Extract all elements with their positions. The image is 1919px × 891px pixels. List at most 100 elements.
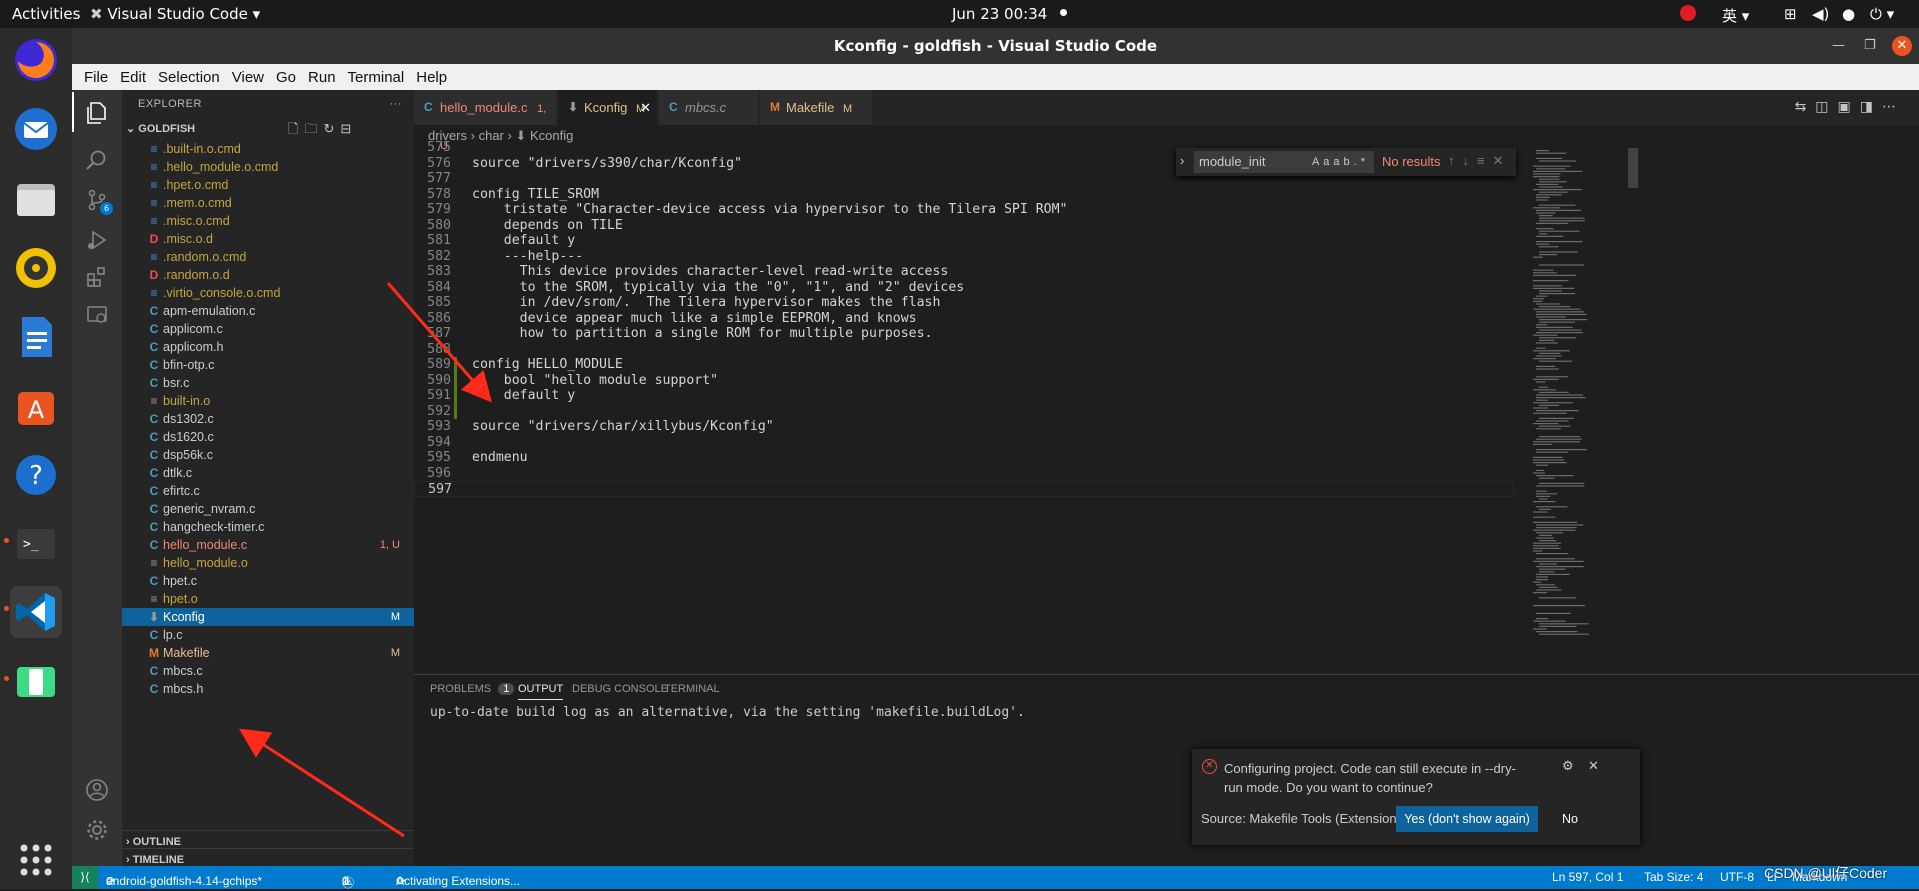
- file-item[interactable]: ≡ .random.o.cmd: [122, 248, 414, 266]
- cursor-position[interactable]: Ln 597, Col 1: [1552, 870, 1623, 884]
- collapse-all-icon[interactable]: ⊟: [340, 121, 357, 136]
- minimize-icon[interactable]: —: [1832, 28, 1845, 64]
- file-item[interactable]: Capplicom.c: [122, 320, 414, 338]
- explorer-icon[interactable]: [82, 98, 112, 128]
- file-item[interactable]: Chpet.c: [122, 572, 414, 590]
- preview-icon[interactable]: ▣: [1838, 99, 1860, 115]
- file-item[interactable]: Cbfin-otp.c: [122, 356, 414, 374]
- vertical-scrollbar[interactable]: [1628, 148, 1638, 674]
- menu-go[interactable]: Go: [270, 69, 302, 86]
- remote-explorer-icon[interactable]: [82, 300, 112, 330]
- software-center-icon[interactable]: A: [10, 380, 62, 432]
- firefox-icon[interactable]: [10, 34, 62, 86]
- tab-size[interactable]: Tab Size: 4: [1644, 870, 1703, 884]
- file-item[interactable]: Clp.c: [122, 626, 414, 644]
- run-debug-icon[interactable]: [82, 225, 112, 255]
- remote-indicator-icon[interactable]: ⟩⟨: [72, 866, 98, 889]
- menu-run[interactable]: Run: [302, 69, 342, 86]
- file-item[interactable]: ⬇ Kconfig M: [122, 608, 414, 626]
- file-item[interactable]: D .random.o.d: [122, 266, 414, 284]
- file-item[interactable]: Cdtlk.c: [122, 464, 414, 482]
- tab-output[interactable]: OUTPUT: [518, 683, 564, 700]
- menu-terminal[interactable]: Terminal: [342, 69, 411, 86]
- new-file-icon[interactable]: 🗋: [288, 121, 304, 136]
- menu-view[interactable]: View: [226, 69, 270, 86]
- file-item[interactable]: Cdsp56k.c: [122, 446, 414, 464]
- source-control-icon[interactable]: 6: [82, 185, 113, 215]
- more-actions-icon[interactable]: ···: [390, 90, 403, 118]
- tab-makefile[interactable]: M Makefile M: [760, 90, 873, 125]
- power-icon[interactable]: ⏻ ▾: [1870, 5, 1894, 23]
- thunderbird-icon[interactable]: [10, 103, 62, 155]
- scrollbar-thumb[interactable]: [1628, 148, 1638, 188]
- more-actions-icon[interactable]: ⋯: [1882, 99, 1905, 115]
- file-item[interactable]: Changcheck-timer.c: [122, 518, 414, 536]
- close-window-icon[interactable]: ✕: [1892, 36, 1912, 56]
- find-input[interactable]: module_init Aaab.*: [1194, 151, 1374, 173]
- tab-problems[interactable]: PROBLEMS 1: [430, 683, 515, 695]
- gear-icon[interactable]: ⚙: [1562, 758, 1574, 774]
- tab-mbcs-c[interactable]: C mbcs.c: [659, 90, 759, 125]
- file-item[interactable]: ≡ .hpet.o.cmd: [122, 176, 414, 194]
- file-item[interactable]: ≡ hello_module.o: [122, 554, 414, 572]
- menu-file[interactable]: File: [78, 69, 114, 86]
- file-item[interactable]: ≡ .virtio_console.o.cmd: [122, 284, 414, 302]
- file-item[interactable]: M Makefile M: [122, 644, 414, 662]
- open-changes-icon[interactable]: ◫: [1815, 99, 1837, 115]
- file-item[interactable]: Cgeneric_nvram.c: [122, 500, 414, 518]
- files-icon[interactable]: [10, 173, 62, 225]
- split-editor-icon[interactable]: ◨: [1860, 99, 1882, 115]
- help-icon[interactable]: ?: [10, 449, 62, 501]
- tab-debug-console[interactable]: DEBUG CONSOLE: [572, 683, 668, 695]
- vscode-app-menu[interactable]: ✖ Visual Studio Code ▾: [90, 5, 260, 23]
- rhythmbox-icon[interactable]: [10, 242, 62, 294]
- close-tab-icon[interactable]: ✕: [640, 90, 651, 125]
- gear-icon[interactable]: [82, 815, 112, 845]
- input-method[interactable]: 英 ▾: [1722, 5, 1749, 26]
- file-item[interactable]: Capplicom.h: [122, 338, 414, 356]
- menu-selection[interactable]: Selection: [152, 69, 226, 86]
- file-item[interactable]: D .misc.o.d: [122, 230, 414, 248]
- accounts-icon[interactable]: [82, 775, 112, 805]
- clock[interactable]: Jun 23 00:34: [952, 5, 1047, 23]
- file-item[interactable]: ≡ .hello_module.o.cmd: [122, 158, 414, 176]
- volume-icon[interactable]: ◀): [1812, 5, 1829, 23]
- close-icon[interactable]: ✕: [1588, 758, 1599, 774]
- menu-edit[interactable]: Edit: [114, 69, 152, 86]
- emulator-icon[interactable]: [10, 656, 62, 708]
- record-icon[interactable]: [1680, 5, 1696, 21]
- file-item[interactable]: ≡ built-in.o: [122, 392, 414, 410]
- file-item[interactable]: ≡ .built-in.o.cmd: [122, 140, 414, 158]
- file-item[interactable]: Cds1302.c: [122, 410, 414, 428]
- file-item[interactable]: Cbsr.c: [122, 374, 414, 392]
- file-item[interactable]: ≡ hpet.o: [122, 590, 414, 608]
- match-case-icon[interactable]: Aa: [1312, 156, 1333, 168]
- match-word-icon[interactable]: ab: [1333, 156, 1353, 168]
- refresh-icon[interactable]: ↻: [323, 121, 340, 136]
- no-button[interactable]: No: [1552, 806, 1588, 832]
- regex-icon[interactable]: .*: [1354, 156, 1369, 168]
- folder-header[interactable]: ⌄ GOLDFISH 🗋🗀↻⊟: [122, 118, 414, 140]
- tab-terminal[interactable]: TERMINAL: [664, 683, 720, 695]
- previous-match-icon[interactable]: ↑: [1448, 153, 1463, 168]
- next-match-icon[interactable]: ↓: [1463, 153, 1478, 168]
- writer-icon[interactable]: [10, 311, 62, 363]
- extensions-icon[interactable]: [82, 262, 112, 292]
- microphone-icon[interactable]: ●: [1842, 5, 1855, 23]
- file-item[interactable]: ≡ .mem.o.cmd: [122, 194, 414, 212]
- terminal-icon[interactable]: >_: [10, 518, 62, 570]
- menu-help[interactable]: Help: [410, 69, 453, 86]
- new-folder-icon[interactable]: 🗀: [304, 121, 323, 136]
- file-item[interactable]: Capm-emulation.c: [122, 302, 414, 320]
- activities-button[interactable]: Activities: [12, 5, 80, 23]
- chevron-right-icon[interactable]: ›: [1180, 153, 1184, 168]
- network-icon[interactable]: ⊞: [1784, 5, 1797, 23]
- close-icon[interactable]: ✕: [1493, 153, 1512, 168]
- tab-hello-module-c[interactable]: C hello_module.c 1, U: [414, 90, 557, 152]
- file-item[interactable]: Cmbcs.c: [122, 662, 414, 680]
- show-apps-icon[interactable]: [10, 834, 62, 886]
- file-item[interactable]: ≡ .misc.o.cmd: [122, 212, 414, 230]
- search-icon[interactable]: [82, 145, 112, 175]
- yes-dont-show-again-button[interactable]: Yes (don't show again): [1396, 806, 1538, 832]
- file-item[interactable]: Cds1620.c: [122, 428, 414, 446]
